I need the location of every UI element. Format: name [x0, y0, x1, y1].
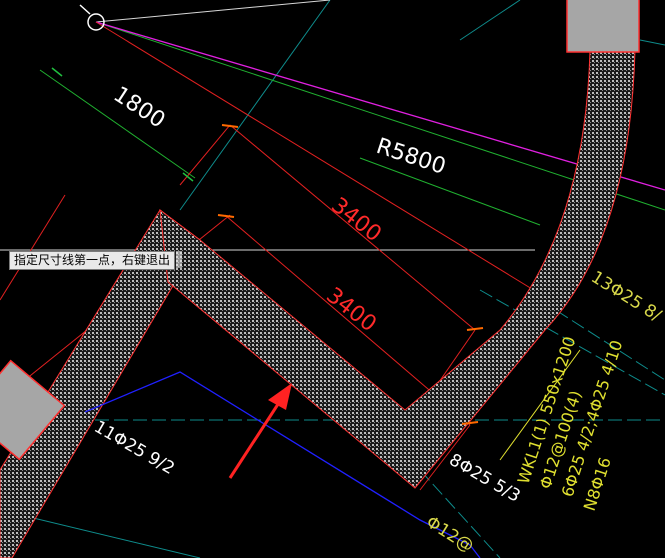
rebar-label-11: 11Φ25 9/2 [91, 417, 178, 479]
drawing-canvas[interactable]: 1800 R5800 3400 3400 13Φ25 8/ 11Φ25 9/2 … [0, 0, 665, 558]
dim-1800: 1800 [109, 82, 170, 133]
dim-r5800: R5800 [373, 134, 449, 180]
rebar-label-phi12: Φ12@ [422, 512, 477, 557]
command-prompt-tooltip: 指定尺寸线第一点，右键退出 [9, 251, 176, 270]
dim-3400-bottom: 3400 [321, 283, 381, 337]
dim-3400-top: 3400 [326, 193, 386, 247]
cad-viewport[interactable]: 1800 R5800 3400 3400 13Φ25 8/ 11Φ25 9/2 … [0, 0, 665, 558]
command-prompt-text: 指定尺寸线第一点，右键退出 [14, 253, 171, 267]
ucs-origin-icon [79, 4, 105, 31]
tooltip-edge [176, 251, 182, 268]
red-arrow-pointer [228, 383, 292, 479]
construction-lines [0, 0, 535, 251]
rebar-label-8: 8Φ25 5/3 [446, 450, 524, 507]
rebar-label-13: 13Φ25 8/ [587, 267, 664, 326]
